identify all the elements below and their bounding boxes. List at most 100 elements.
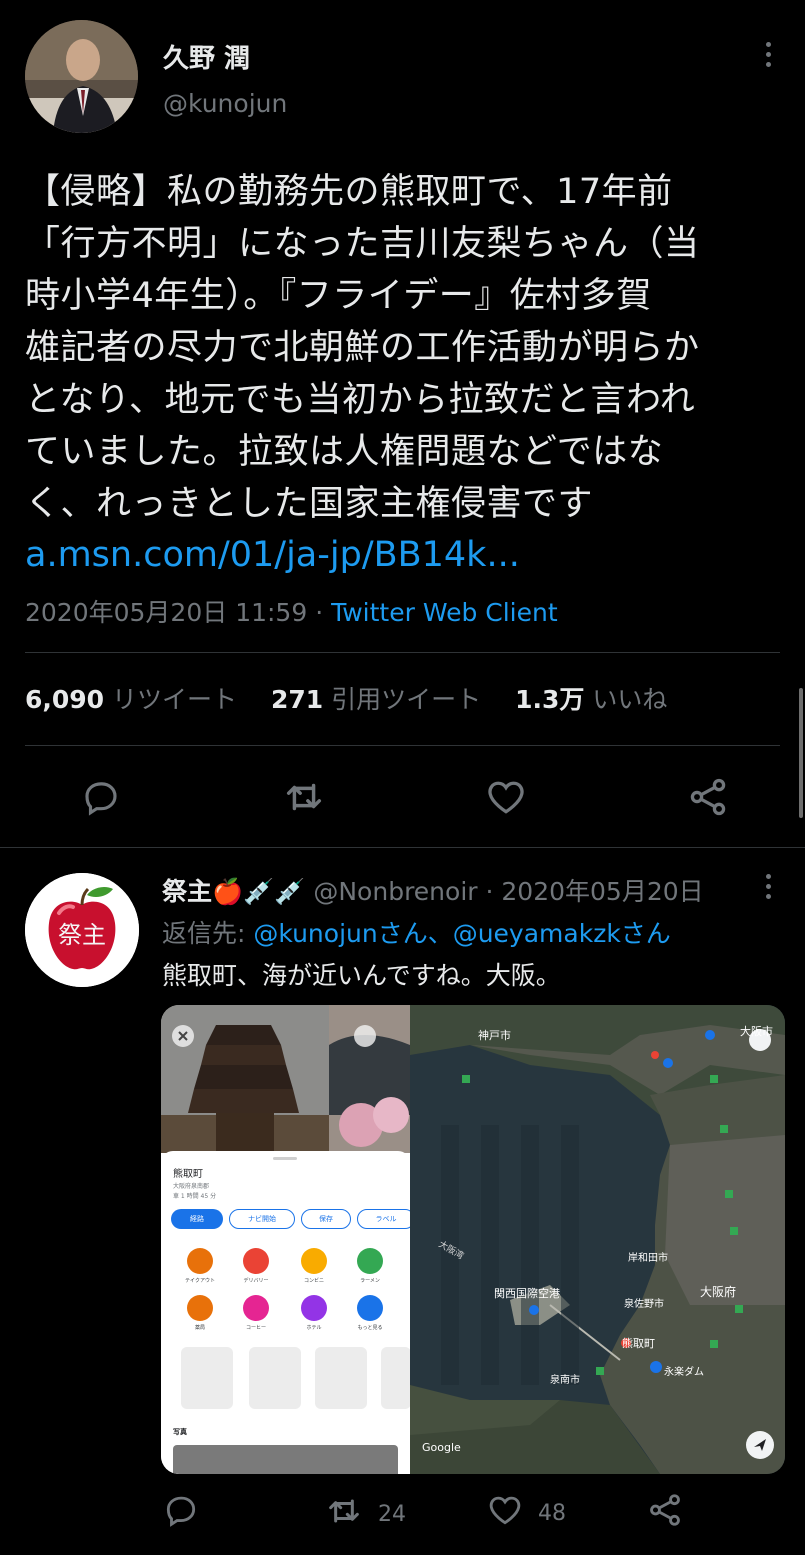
category-label: ラーメン [360,1278,380,1284]
replying-label: 返信先: [162,919,254,948]
save-chip: 保存 [301,1209,351,1229]
quotes-count: 271 [271,685,324,714]
handle[interactable]: @kunojun [163,89,287,118]
handle[interactable]: @Nonbrenoir [313,877,477,906]
like-button[interactable]: 48 [486,1491,566,1535]
category-label: テイクアウト [185,1278,215,1284]
category-label: ホテル [306,1325,322,1331]
photos-label: 写真 [173,1428,187,1436]
hotel-icon [301,1295,327,1321]
avatar[interactable] [25,20,138,133]
maps-panel: 熊取町 大阪府泉南郡 車 1 時間 45 分 経路 ナビ開始 保存 ラベル テイ… [161,1005,415,1474]
pharmacy-icon [187,1295,213,1321]
tweet-text-line: く、れっきとした国家主権侵害です [25,484,594,524]
divider [0,847,805,848]
retweets-count: 6,090 [25,685,105,714]
place-name: 熊取町 [173,1169,203,1180]
scrollbar[interactable] [799,688,803,818]
map-label-osaka-city: 大阪市 [740,1025,773,1038]
card-placeholder [249,1347,301,1409]
map-label-kumatori: 熊取町 [622,1337,655,1350]
like-count: 48 [538,1500,566,1526]
more-options-icon[interactable] [758,874,778,914]
likes-stat[interactable]: 1.3万 いいね [515,685,667,714]
map-label-kix: 関西国際空港 [494,1287,560,1300]
more-options-icon[interactable] [758,42,778,92]
tweet-link[interactable]: a.msn.com/01/ja-jp/BB14k... [25,535,520,575]
map-label-kobe: 神戸市 [478,1029,511,1042]
retweet-button[interactable]: 24 [324,1491,406,1537]
media-image[interactable]: 熊取町 大阪府泉南郡 車 1 時間 45 分 経路 ナビ開始 保存 ラベル テイ… [161,1005,785,1474]
map-label-sennan: 泉南市 [550,1375,580,1386]
like-icon[interactable] [481,772,531,822]
reply-header: 祭主🍎💉💉 @Nonbrenoir · 2020年05月20日 [162,872,704,908]
coffee-icon [243,1295,269,1321]
retweets-stat[interactable]: 6,090 リツイート [25,685,237,714]
tweet-text-line: 雄記者の尽力で北朝鮮の工作活動が明らか [25,328,700,368]
divider [25,745,780,746]
category-label: デリバリー [243,1278,269,1284]
tweet-text-line: 「行方不明」になった吉川友梨ちゃん（当 [25,224,700,264]
navigate-chip: ナビ開始 [229,1209,295,1229]
reply-button[interactable] [162,1491,200,1535]
category-label: 薬局 [194,1325,205,1331]
likes-count: 1.3万 [515,685,585,714]
share-button[interactable] [646,1491,684,1535]
ramen-icon [357,1248,383,1274]
map-label-kishiwada: 岸和田市 [628,1253,668,1264]
category-label: コンビニ [303,1278,324,1284]
category-label: もっと見る [357,1325,383,1331]
display-name[interactable]: 祭主 [162,877,212,906]
tweet-text-line: ていました。拉致は人権問題などではな [25,432,664,472]
reply-action-bar: 24 48 [0,1491,805,1541]
card-placeholder [381,1347,411,1409]
like-icon [486,1491,524,1535]
reply-text: 熊取町、海が近いんですね。大阪。 [162,961,561,990]
retweet-count: 24 [378,1501,406,1527]
card-placeholder [315,1347,367,1409]
place-time: 車 1 時間 45 分 [173,1193,217,1200]
convenience-icon [301,1248,327,1274]
card-placeholder [181,1347,233,1409]
satellite-map: 神戸市 大阪市 大阪湾 関西国際空港 大阪府 岸和田市 泉佐野市 熊取町 永楽ダ… [410,1005,785,1474]
retweet-icon [324,1491,364,1537]
reply-date[interactable]: 2020年05月20日 [501,877,703,906]
name-emojis: 🍎💉💉 [212,877,306,906]
google-logo: Google [422,1441,461,1454]
avatar[interactable]: 祭主 [25,873,139,987]
likes-label: いいね [592,685,668,714]
more-icon [357,1295,383,1321]
photo-thumbnail [173,1445,398,1474]
reply-mentions[interactable]: @kunojunさん、@ueyamakzkさん [253,919,670,948]
timestamp[interactable]: 2020年05月20日 11:59 [25,598,307,627]
tweet-meta: 2020年05月20日 11:59 · Twitter Web Client [25,593,558,629]
tweet-text-line: 時小学4年生）。『フライデー』佐村多賀 [25,276,652,316]
share-icon[interactable] [683,772,733,822]
delivery-icon [243,1248,269,1274]
map-label-izumisano: 泉佐野市 [624,1299,664,1310]
quotes-stat[interactable]: 271 引用ツイート [271,685,481,714]
client-link[interactable]: Twitter Web Client [331,598,558,627]
place-sub: 大阪府泉南郡 [173,1183,210,1190]
map-label-dam: 永楽ダム [664,1367,704,1378]
avatar-text: 祭主 [58,921,106,949]
quotes-label: 引用ツイート [331,685,482,714]
display-name[interactable]: 久野 潤 [163,38,250,75]
map-label-osaka-pref: 大阪府 [700,1285,737,1299]
retweets-label: リツイート [112,685,238,714]
divider [25,652,780,653]
header-separator: · [477,877,502,906]
tweet-text-line: 【侵略】私の勤務先の熊取町で、17年前 [25,172,673,212]
category-label: コーヒー [245,1325,266,1331]
retweet-icon[interactable] [279,772,329,822]
reply-icon [162,1491,200,1535]
meta-separator: · [307,598,332,627]
tweet-text-line: となり、地元でも当初から拉致だと言われ [25,380,696,420]
replying-to: 返信先: @kunojunさん、@ueyamakzkさん [162,914,671,950]
tweet-text: 【侵略】私の勤務先の熊取町で、17年前 「行方不明」になった吉川友梨ちゃん（当 … [25,166,795,530]
engagement-stats: 6,090 リツイート 271 引用ツイート 1.3万 いいね [25,680,667,716]
label-chip: ラベル [357,1209,415,1229]
directions-chip: 経路 [171,1209,223,1229]
takeout-icon [187,1248,213,1274]
reply-icon[interactable] [76,772,126,822]
